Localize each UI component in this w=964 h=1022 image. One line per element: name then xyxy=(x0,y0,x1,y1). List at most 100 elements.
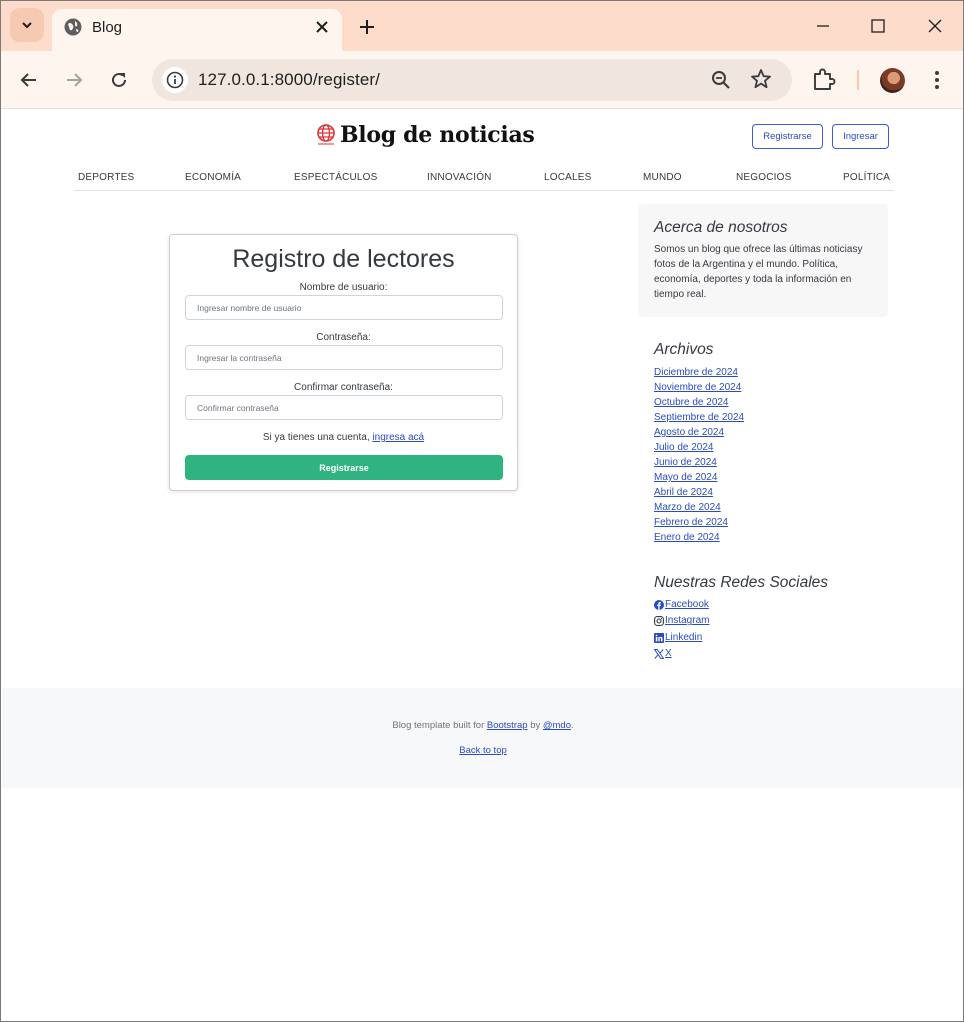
archive-link[interactable]: Enero de 2024 xyxy=(654,532,720,543)
back-button[interactable] xyxy=(13,64,45,96)
profile-avatar[interactable] xyxy=(880,68,905,93)
nav-item-mundo[interactable]: MUNDO xyxy=(643,172,682,183)
login-button[interactable]: Ingresar xyxy=(832,124,889,149)
social-section: Nuestras Redes Sociales Facebook Instagr… xyxy=(654,574,828,662)
list-item: Septiembre de 2024 xyxy=(654,410,744,425)
new-tab-button[interactable] xyxy=(354,14,380,40)
page-footer: Blog template built for Bootstrap by @md… xyxy=(2,688,963,788)
instagram-link[interactable]: Instagram xyxy=(654,613,709,629)
mdo-link[interactable]: @mdo xyxy=(543,720,571,731)
list-item: Noviembre de 2024 xyxy=(654,380,744,395)
archive-link[interactable]: Marzo de 2024 xyxy=(654,502,721,513)
arrow-right-icon xyxy=(67,73,83,87)
confirm-password-input[interactable] xyxy=(186,396,502,419)
browser-menu-button[interactable] xyxy=(927,67,947,93)
archive-link[interactable]: Mayo de 2024 xyxy=(654,472,717,483)
list-item: Diciembre de 2024 xyxy=(654,365,744,380)
list-item: Instagram xyxy=(654,613,828,629)
instagram-icon xyxy=(654,616,664,627)
submit-register-button[interactable]: Registrarse xyxy=(185,455,503,480)
username-input[interactable] xyxy=(186,296,502,319)
tab-title: Blog xyxy=(92,19,123,36)
login-hint: Si ya tienes una cuenta, ingresa acá xyxy=(170,432,517,443)
register-card: Registro de lectores Nombre de usuario: … xyxy=(169,234,518,491)
password-label: Contraseña: xyxy=(316,332,371,343)
tab-strip: Blog xyxy=(1,1,963,51)
archives-section: Archivos Diciembre de 2024 Noviembre de … xyxy=(654,341,744,545)
tab-search-button[interactable] xyxy=(10,8,44,42)
back-to-top-link[interactable]: Back to top xyxy=(459,745,507,756)
login-link[interactable]: ingresa acá xyxy=(372,432,424,443)
archive-link[interactable]: Septiembre de 2024 xyxy=(654,412,744,423)
facebook-link[interactable]: Facebook xyxy=(654,597,709,613)
x-link[interactable]: X xyxy=(654,646,672,662)
url-text: 127.0.0.1:8000/register/ xyxy=(198,70,380,89)
back-to-top: Back to top xyxy=(2,745,963,756)
confirm-password-field xyxy=(185,395,503,420)
archive-link[interactable]: Junio de 2024 xyxy=(654,457,717,468)
tab-blog[interactable]: Blog xyxy=(52,9,342,51)
archive-link[interactable]: Febrero de 2024 xyxy=(654,517,728,528)
minimize-icon xyxy=(817,25,829,27)
about-panel: Acerca de nosotros Somos un blog que ofr… xyxy=(638,204,888,317)
browser-toolbar: 127.0.0.1:8000/register/ xyxy=(1,51,963,109)
close-icon xyxy=(928,19,942,33)
arrow-left-icon xyxy=(20,73,36,87)
nav-item-negocios[interactable]: NEGOCIOS xyxy=(736,172,792,183)
about-title: Acerca de nosotros xyxy=(654,219,788,236)
bookmark-star-icon[interactable] xyxy=(750,68,772,90)
nav-item-innovacion[interactable]: INNOVACIÓN xyxy=(427,172,492,183)
password-input[interactable] xyxy=(186,346,502,369)
archives-list: Diciembre de 2024 Noviembre de 2024 Octu… xyxy=(654,365,744,545)
plus-icon xyxy=(360,20,374,34)
brand-name: Blog de noticias xyxy=(340,122,535,148)
nav-item-espectaculos[interactable]: ESPECTÁCULOS xyxy=(294,172,378,183)
list-item: Junio de 2024 xyxy=(654,455,744,470)
forward-button[interactable] xyxy=(58,64,90,96)
archive-link[interactable]: Julio de 2024 xyxy=(654,442,714,453)
extensions-icon[interactable] xyxy=(811,66,837,92)
list-item: Julio de 2024 xyxy=(654,440,744,455)
address-bar[interactable]: 127.0.0.1:8000/register/ xyxy=(152,59,792,101)
reload-button[interactable] xyxy=(103,64,135,96)
register-button[interactable]: Registrarse xyxy=(752,124,823,149)
password-field xyxy=(185,345,503,370)
minimize-button[interactable] xyxy=(803,11,843,41)
chevron-down-icon xyxy=(22,22,32,29)
archive-link[interactable]: Diciembre de 2024 xyxy=(654,367,738,378)
form-title: Registro de lectores xyxy=(232,245,455,273)
bootstrap-link[interactable]: Bootstrap xyxy=(487,720,528,731)
x-icon xyxy=(654,649,664,660)
list-item: Facebook xyxy=(654,597,828,613)
site-info-button[interactable] xyxy=(162,67,188,93)
archive-link[interactable]: Agosto de 2024 xyxy=(654,427,724,438)
globe-logo-icon xyxy=(316,124,336,146)
nav-item-locales[interactable]: LOCALES xyxy=(544,172,592,183)
archive-link[interactable]: Octubre de 2024 xyxy=(654,397,729,408)
nav-item-economia[interactable]: ECONOMÍA xyxy=(185,172,241,183)
archive-link[interactable]: Abril de 2024 xyxy=(654,487,713,498)
zoom-icon[interactable] xyxy=(710,69,732,91)
reload-icon xyxy=(112,72,126,87)
social-title: Nuestras Redes Sociales xyxy=(654,574,829,591)
username-field xyxy=(185,295,503,320)
close-icon xyxy=(316,21,328,33)
linkedin-link[interactable]: Linkedin xyxy=(654,630,702,646)
footer-credit: Blog template built for Bootstrap by @md… xyxy=(392,720,574,731)
list-item: Abril de 2024 xyxy=(654,485,744,500)
maximize-button[interactable] xyxy=(858,11,898,41)
tab-close-button[interactable] xyxy=(312,17,332,37)
list-item: Febrero de 2024 xyxy=(654,515,744,530)
list-item: Agosto de 2024 xyxy=(654,425,744,440)
archive-link[interactable]: Noviembre de 2024 xyxy=(654,382,741,393)
list-item: Mayo de 2024 xyxy=(654,470,744,485)
linkedin-icon xyxy=(654,632,664,643)
nav-item-deportes[interactable]: DEPORTES xyxy=(78,172,134,183)
brand[interactable]: Blog de noticias xyxy=(316,122,535,148)
list-item: Enero de 2024 xyxy=(654,530,744,545)
globe-icon xyxy=(64,18,82,36)
facebook-icon xyxy=(654,600,664,611)
nav-item-politica[interactable]: POLÍTICA xyxy=(843,172,890,183)
window-close-button[interactable] xyxy=(915,11,955,41)
login-hint-text: Si ya tienes una cuenta, xyxy=(262,432,370,443)
